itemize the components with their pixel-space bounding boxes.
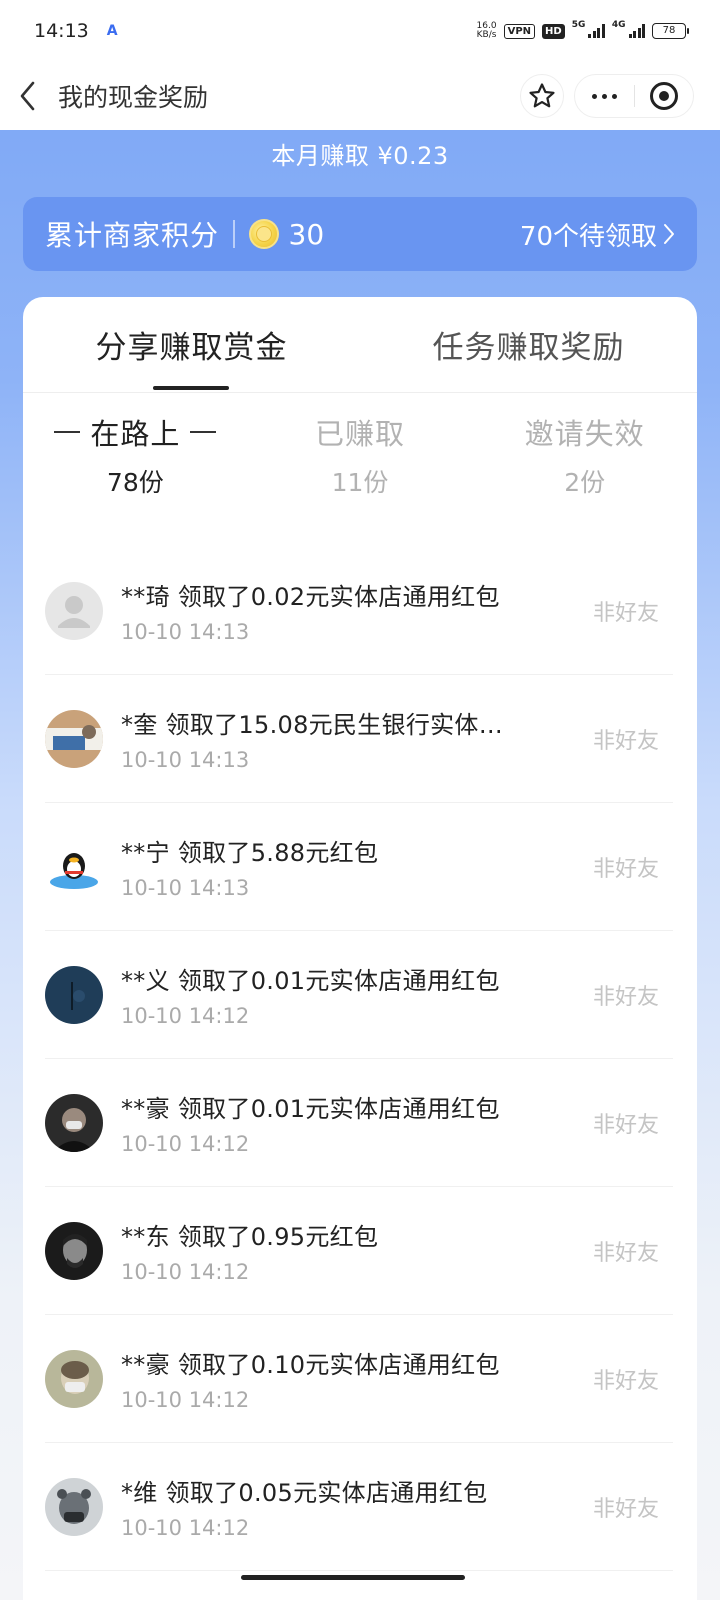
friend-status: 非好友 <box>592 856 659 882</box>
record-time: 10-10 14:12 <box>121 1004 250 1028</box>
list-item[interactable]: **豪 领取了0.01元实体店通用红包 10-10 14:12 非好友 <box>45 1059 673 1187</box>
hd-icon: HD <box>542 23 565 39</box>
subtab-count: 78份 <box>106 468 164 497</box>
status-tabs: 在路上 78份 已赚取 11份 邀请失效 2份 <box>23 393 697 529</box>
avatar <box>45 965 103 1024</box>
vpn-icon: VPN <box>503 23 536 39</box>
subtab-earned[interactable]: 已赚取 11份 <box>248 411 473 529</box>
list-item[interactable]: **琦 领取了0.02元实体店通用红包 10-10 14:13 非好友 <box>45 547 673 675</box>
rewards-card: 分享赚取赏金 任务赚取奖励 在路上 78份 已赚取 11份 邀请失效 2份 **… <box>23 297 697 1600</box>
record-title: **琦 领取了0.02元实体店通用红包 <box>121 583 500 611</box>
record-time: 10-10 14:13 <box>121 876 250 900</box>
pending-rewards-label: 70个待领取 <box>519 221 657 252</box>
friend-status: 非好友 <box>592 728 659 754</box>
list-item[interactable]: **义 领取了0.01元实体店通用红包 10-10 14:12 非好友 <box>45 931 673 1059</box>
tab-share-bounty[interactable]: 分享赚取赏金 <box>23 297 360 392</box>
subtab-count: 2份 <box>564 468 606 497</box>
network-speed: 16.0 KB/s <box>477 22 497 40</box>
subtab-count: 11份 <box>331 468 389 497</box>
list-item[interactable]: **宁 领取了5.88元红包 10-10 14:13 非好友 <box>45 803 673 931</box>
subtab-label: 在路上 <box>90 417 181 451</box>
page: 14:13 A 16.0 KB/s VPN HD 5G 4G 78 我的现金奖励… <box>0 0 720 1600</box>
list-item[interactable]: *奎 领取了15.08元民生银行实体店... 10-10 14:13 非好友 <box>45 675 673 803</box>
avatar <box>45 1093 103 1152</box>
subtab-on-the-way[interactable]: 在路上 78份 <box>23 411 248 529</box>
more-button[interactable] <box>575 93 634 99</box>
record-title: **豪 领取了0.01元实体店通用红包 <box>121 1095 500 1123</box>
main-tabs: 分享赚取赏金 任务赚取奖励 <box>23 297 697 393</box>
nav-actions <box>520 74 694 118</box>
record-title: **义 领取了0.01元实体店通用红包 <box>121 967 500 995</box>
app-notification-icon: A <box>106 23 118 39</box>
tab-task-rewards[interactable]: 任务赚取奖励 <box>360 297 697 392</box>
record-title: **东 领取了0.95元红包 <box>121 1223 379 1251</box>
signal-4g-icon <box>628 24 645 38</box>
record-title: *奎 领取了15.08元民生银行实体店... <box>121 711 521 739</box>
record-time: 10-10 14:12 <box>121 1132 250 1156</box>
dash-right <box>190 431 217 433</box>
points-label: 累计商家积分 <box>45 219 220 252</box>
record-time: 10-10 14:13 <box>121 748 250 772</box>
mini-program-capsule <box>574 74 694 118</box>
record-time: 10-10 14:12 <box>121 1388 250 1412</box>
subtab-invite-expired[interactable]: 邀请失效 2份 <box>472 411 697 529</box>
coin-icon <box>248 219 279 249</box>
avatar <box>45 581 103 640</box>
subtab-label: 已赚取 <box>315 417 406 451</box>
chevron-right-icon <box>664 224 674 244</box>
page-title: 我的现金奖励 <box>58 83 209 112</box>
nav-bar: 我的现金奖励 <box>0 62 720 130</box>
close-mini-program-button[interactable] <box>635 82 694 110</box>
friend-status: 非好友 <box>592 1112 659 1138</box>
star-icon <box>529 83 555 108</box>
network-4g-label: 4G <box>611 20 626 30</box>
dash-left <box>54 431 81 433</box>
record-title: **豪 领取了0.10元实体店通用红包 <box>121 1351 500 1379</box>
friend-status: 非好友 <box>592 1368 659 1394</box>
home-indicator[interactable] <box>241 1575 465 1580</box>
more-icon <box>591 93 597 99</box>
merchant-points-bar[interactable]: 累计商家积分 30 70个待领取 <box>23 197 697 271</box>
points-divider <box>233 220 235 248</box>
subtab-label: 邀请失效 <box>524 417 645 451</box>
status-indicators: 16.0 KB/s VPN HD 5G 4G 78 <box>477 20 689 40</box>
reward-record-list: **琦 领取了0.02元实体店通用红包 10-10 14:13 非好友 *奎 领… <box>23 547 697 1571</box>
avatar <box>45 1349 103 1408</box>
friend-status: 非好友 <box>592 1496 659 1522</box>
record-time: 10-10 14:12 <box>121 1516 250 1540</box>
list-item[interactable]: **东 领取了0.95元红包 10-10 14:12 非好友 <box>45 1187 673 1315</box>
favorite-button[interactable] <box>520 74 564 118</box>
avatar <box>45 1477 103 1536</box>
friend-status: 非好友 <box>592 1240 659 1266</box>
battery-icon: 78 <box>652 23 689 39</box>
record-time: 10-10 14:12 <box>121 1260 250 1284</box>
avatar <box>45 837 103 896</box>
target-icon <box>649 82 678 110</box>
record-title: **宁 领取了5.88元红包 <box>121 839 379 867</box>
back-button[interactable] <box>0 62 56 130</box>
record-time: 10-10 14:13 <box>121 620 250 644</box>
status-time: 14:13 <box>34 20 89 42</box>
status-bar: 14:13 A 16.0 KB/s VPN HD 5G 4G 78 <box>0 0 720 62</box>
network-speed-unit: KB/s <box>476 30 497 40</box>
friend-status: 非好友 <box>592 984 659 1010</box>
list-item[interactable]: **豪 领取了0.10元实体店通用红包 10-10 14:12 非好友 <box>45 1315 673 1443</box>
back-arrow-icon <box>20 81 35 111</box>
month-earnings: 本月赚取 ¥0.23 <box>271 142 449 170</box>
signal-5g-icon <box>588 24 605 38</box>
record-title: *维 领取了0.05元实体店通用红包 <box>121 1479 488 1507</box>
avatar <box>45 1221 103 1280</box>
list-item[interactable]: *维 领取了0.05元实体店通用红包 10-10 14:12 非好友 <box>45 1443 673 1571</box>
network-5g-label: 5G <box>571 20 586 30</box>
friend-status: 非好友 <box>592 600 659 626</box>
pending-rewards-link[interactable]: 70个待领取 <box>520 216 675 253</box>
points-value: 30 <box>288 217 325 251</box>
active-tab-indicator <box>153 386 229 390</box>
avatar <box>45 709 103 768</box>
